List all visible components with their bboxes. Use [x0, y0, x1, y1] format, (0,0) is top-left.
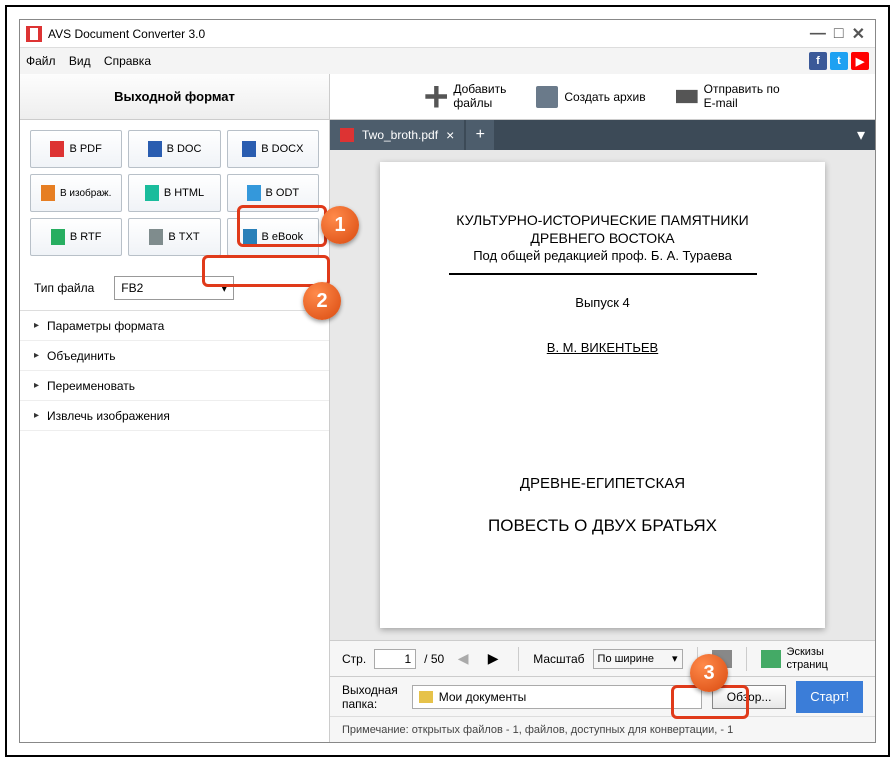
- archive-icon: [536, 86, 558, 108]
- ebook-icon: [243, 229, 257, 245]
- format-html-button[interactable]: В HTML: [128, 174, 220, 212]
- format-doc-button[interactable]: В DOC: [128, 130, 220, 168]
- tab-close-icon[interactable]: ×: [446, 127, 454, 143]
- annotation-callout-3: 3: [690, 654, 728, 692]
- close-button[interactable]: ✕: [852, 24, 865, 44]
- annotation-callout-2: 2: [303, 282, 341, 320]
- add-files-button[interactable]: Добавить файлы: [425, 83, 506, 109]
- format-image-button[interactable]: В изображ.: [30, 174, 122, 212]
- prev-page-button[interactable]: ◀: [452, 649, 474, 669]
- tab-add-button[interactable]: +: [466, 120, 494, 150]
- page-number-input[interactable]: [374, 649, 416, 669]
- send-email-label: Отправить по E-mail: [704, 83, 780, 109]
- next-page-button[interactable]: ▶: [482, 649, 504, 669]
- youtube-icon[interactable]: ▶: [851, 52, 869, 70]
- plus-icon: [425, 86, 447, 108]
- sidebar-header: Выходной формат: [20, 74, 330, 119]
- facebook-icon[interactable]: f: [809, 52, 827, 70]
- browse-button[interactable]: Обзор...: [712, 685, 787, 709]
- format-ebook-button[interactable]: В eBook: [227, 218, 319, 256]
- menu-help[interactable]: Справка: [104, 54, 151, 68]
- accordion-merge[interactable]: Объединить: [20, 341, 329, 371]
- page-total: / 50: [424, 652, 444, 666]
- create-archive-label: Создать архив: [564, 90, 645, 104]
- annotation-callout-1: 1: [321, 206, 359, 244]
- thumbnails-button[interactable]: Эскизы страниц: [761, 646, 828, 670]
- app-icon: [26, 26, 42, 42]
- doc-icon: [148, 141, 162, 157]
- twitter-icon[interactable]: t: [830, 52, 848, 70]
- start-button[interactable]: Старт!: [796, 681, 863, 713]
- output-folder-field[interactable]: Мои документы: [412, 685, 702, 709]
- zoom-select[interactable]: По ширине ▾: [593, 649, 683, 669]
- minimize-button[interactable]: —: [810, 25, 826, 43]
- app-title: AVS Document Converter 3.0: [48, 27, 205, 41]
- add-files-label: Добавить файлы: [453, 83, 506, 109]
- format-odt-button[interactable]: В ODT: [227, 174, 319, 212]
- tabbar: Two_broth.pdf × + ▾: [330, 120, 875, 150]
- image-icon: [41, 185, 55, 201]
- sidebar: В PDF В DOC В DOCX В изображ. В HTML В O…: [20, 120, 330, 742]
- menubar: Файл Вид Справка f t ▶: [20, 48, 875, 74]
- accordion-format-params[interactable]: Параметры формата: [20, 311, 329, 341]
- pdf-tab-icon: [340, 128, 354, 142]
- maximize-button[interactable]: □: [834, 25, 844, 43]
- status-note: Примечание: открытых файлов - 1, файлов,…: [330, 716, 875, 742]
- envelope-icon: [676, 86, 698, 108]
- filetype-select[interactable]: FB2 ▾: [114, 276, 234, 300]
- tab-menu-chevron[interactable]: ▾: [847, 125, 875, 145]
- send-email-button[interactable]: Отправить по E-mail: [676, 83, 780, 109]
- page-controls: Стр. / 50 ◀ ▶ Масштаб По ширине ▾ Эскизы…: [330, 640, 875, 676]
- document-page: КУЛЬТУРНО-ИСТОРИЧЕСКИЕ ПАМЯТНИКИ ДРЕВНЕГ…: [380, 162, 825, 628]
- chevron-down-icon: ▾: [672, 652, 678, 665]
- rtf-icon: [51, 229, 65, 245]
- format-txt-button[interactable]: В TXT: [128, 218, 220, 256]
- format-pdf-button[interactable]: В PDF: [30, 130, 122, 168]
- file-tab-label: Two_broth.pdf: [362, 128, 438, 142]
- create-archive-button[interactable]: Создать архив: [536, 86, 645, 108]
- accordion-rename[interactable]: Переименовать: [20, 371, 329, 401]
- folder-icon: [419, 691, 433, 703]
- format-rtf-button[interactable]: В RTF: [30, 218, 122, 256]
- titlebar: AVS Document Converter 3.0 — □ ✕: [20, 20, 875, 48]
- txt-icon: [149, 229, 163, 245]
- accordion-extract-images[interactable]: Извлечь изображения: [20, 401, 329, 431]
- file-tab[interactable]: Two_broth.pdf ×: [330, 120, 464, 150]
- filetype-label: Тип файла: [34, 281, 94, 295]
- grid-icon: [761, 650, 781, 668]
- output-folder-label: Выходная папка:: [342, 683, 402, 711]
- page-label: Стр.: [342, 652, 366, 666]
- menu-view[interactable]: Вид: [69, 54, 91, 68]
- html-icon: [145, 185, 159, 201]
- docx-icon: [242, 141, 256, 157]
- pdf-icon: [50, 141, 64, 157]
- menu-file[interactable]: Файл: [26, 54, 56, 68]
- zoom-label: Масштаб: [533, 652, 584, 666]
- document-viewport[interactable]: КУЛЬТУРНО-ИСТОРИЧЕСКИЕ ПАМЯТНИКИ ДРЕВНЕГ…: [330, 150, 875, 640]
- output-row: Выходная папка: Мои документы Обзор... С…: [330, 676, 875, 716]
- odt-icon: [247, 185, 261, 201]
- chevron-down-icon: ▾: [221, 281, 227, 295]
- format-docx-button[interactable]: В DOCX: [227, 130, 319, 168]
